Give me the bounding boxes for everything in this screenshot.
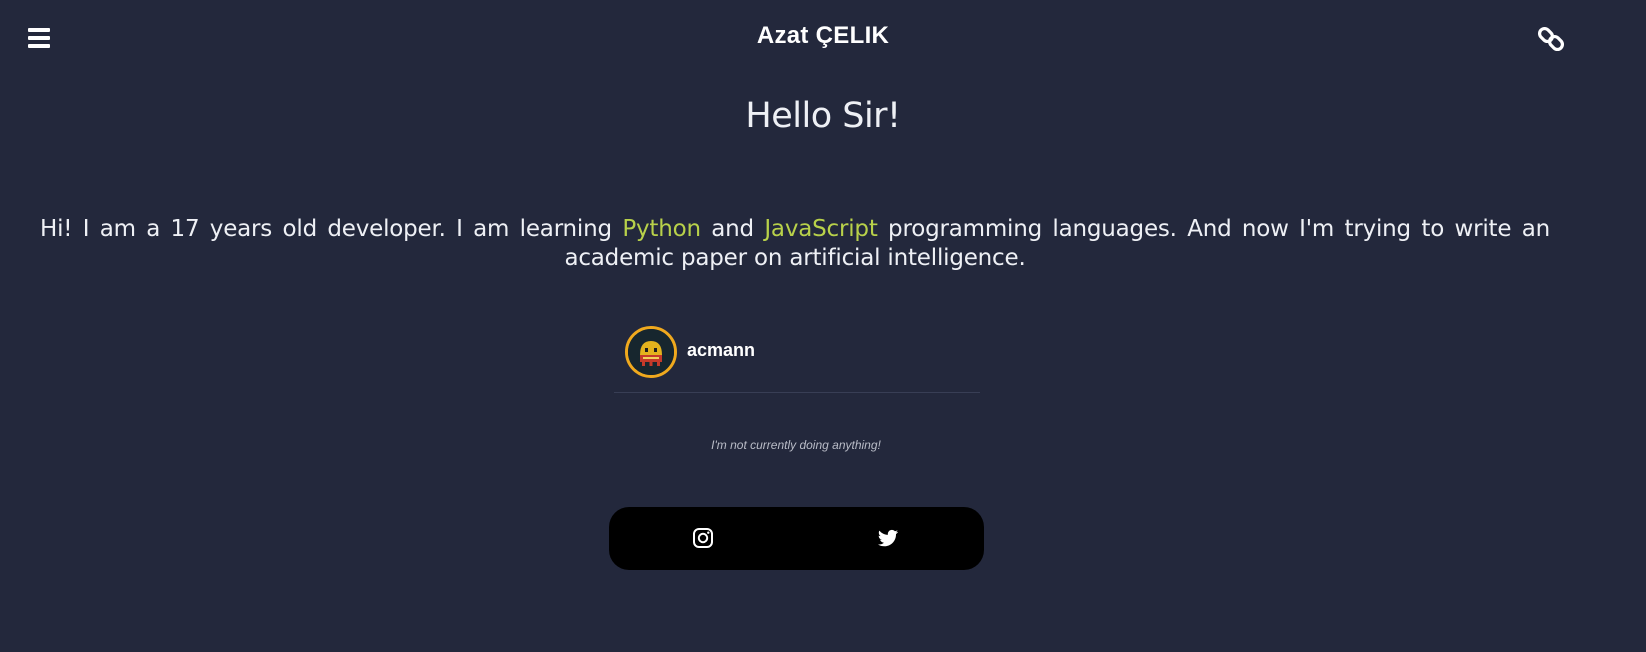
discord-profile-card: acmann xyxy=(614,322,980,393)
username: acmann xyxy=(687,340,756,360)
greeting-heading: Hello Sir! xyxy=(745,96,901,136)
activity-status: I'm not currently doing anything! xyxy=(711,438,881,452)
avatar[interactable] xyxy=(625,326,677,378)
site-title: Azat ÇELIK xyxy=(756,22,890,49)
intro-text-2: and xyxy=(700,216,765,242)
instagram-icon[interactable] xyxy=(691,526,715,550)
highlight-javascript: JavaScript xyxy=(764,216,878,242)
highlight-python: Python xyxy=(622,216,701,242)
chain-link-icon[interactable] xyxy=(1537,26,1565,52)
intro-text-1: Hi! I am a 17 years old developer. I am … xyxy=(40,216,623,242)
social-links-bar xyxy=(609,507,984,570)
intro-paragraph: Hi! I am a 17 years old developer. I am … xyxy=(40,215,1550,273)
twitter-icon[interactable] xyxy=(876,526,900,550)
